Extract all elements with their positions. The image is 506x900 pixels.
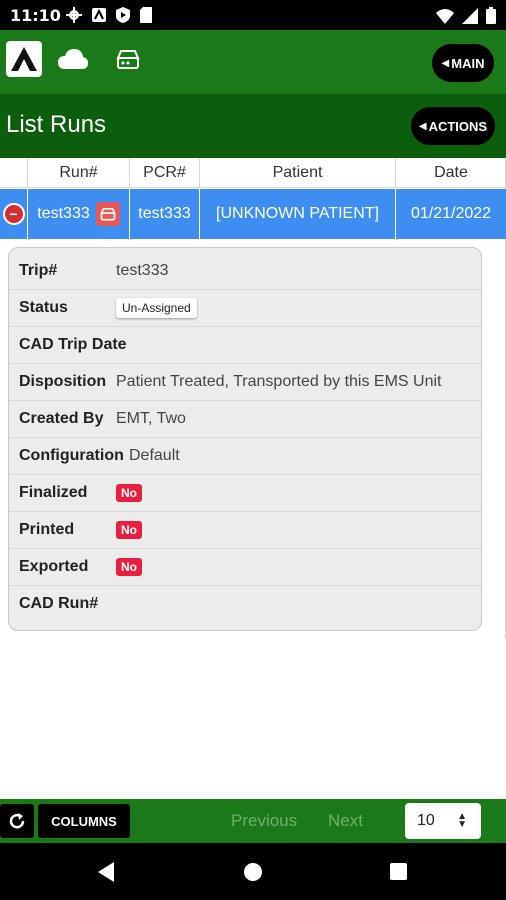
status-bar: 11:10 [0,0,506,30]
detail-label: Status [19,299,68,316]
refresh-icon [9,813,25,829]
detail-row-printed: Printed No [9,511,483,548]
status-system-icons [436,7,496,24]
collapse-row-icon[interactable]: − [2,203,25,225]
signal-icon [462,7,478,24]
chevron-left-icon: ◀ [441,57,450,69]
chevron-left-icon: ◀ [418,120,427,132]
detail-label: Created By [19,410,104,427]
drive-badge-icon [95,202,120,226]
patient-cell[interactable]: [UNKNOWN PATIENT] [200,189,396,239]
detail-row-trip: Trip# test333 [9,252,483,289]
settings-gear-icon [66,7,82,23]
detail-row-configuration: Configuration Default [9,437,483,474]
refresh-button[interactable] [0,804,34,838]
status-badge: Un-Assigned [116,298,197,318]
column-header-patient[interactable]: Patient [200,158,396,188]
up-down-arrows-icon: ▲ ▼ [457,811,467,830]
detail-label: CAD Run# [19,595,99,612]
pcr-cell[interactable]: test333 [130,189,200,239]
main-button[interactable]: ◀ MAIN [432,44,494,82]
table-row[interactable]: − test333 test333 [UNKNOWN PATIENT] 01/2… [0,189,506,239]
detail-label: Printed [19,521,75,538]
app-a-icon [92,8,106,22]
detail-label: CAD Trip Date [19,336,127,353]
detail-label: Disposition [19,373,107,390]
back-icon[interactable] [96,861,116,883]
finalized-badge: No [116,484,142,502]
detail-row-cad-run: CAD Run# [9,585,483,622]
table-header: Run# PCR# Patient Date [0,158,506,188]
exported-badge: No [116,558,142,576]
actions-button[interactable]: ◀ ACTIONS [411,107,495,145]
page-title: List Runs [6,111,107,138]
previous-page-button[interactable]: Previous [231,811,297,831]
detail-label: Finalized [19,484,88,501]
detail-row-exported: Exported No [9,548,483,585]
detail-row-disposition: Disposition Patient Treated, Transported… [9,363,483,400]
columns-button[interactable]: COLUMNS [38,804,130,838]
detail-label: Trip# [19,261,58,279]
cloud-icon[interactable] [58,48,88,75]
printed-badge: No [116,521,142,539]
recent-apps-icon[interactable] [390,863,407,880]
column-header-date[interactable]: Date [396,158,506,188]
detail-value: test333 [116,261,169,279]
app-logo[interactable] [6,41,42,77]
run-details-panel: Trip# test333 Status Un-Assigned CAD Tri… [8,247,483,631]
date-cell[interactable]: 01/21/2022 [396,189,506,239]
detail-row-status: Status Un-Assigned [9,289,483,326]
sd-card-icon [140,7,152,23]
actions-button-label: ACTIONS [428,118,488,134]
wifi-icon [436,8,454,24]
detail-value: Patient Treated, Transported by this EMS… [116,373,442,390]
runs-table: Run# PCR# Patient Date − test333 test333… [0,158,506,638]
home-icon[interactable] [244,863,262,881]
logo-icon [8,43,40,75]
run-cell[interactable]: test333 [28,189,130,239]
detail-row-cad-trip-date: CAD Trip Date [9,326,483,363]
hard-drive-icon[interactable] [116,50,140,75]
next-page-button[interactable]: Next [328,811,363,831]
page-size-select[interactable]: 10 ▲ ▼ [405,803,481,839]
expand-column-header [0,158,28,188]
detail-value: EMT, Two [116,410,186,427]
detail-value: Default [129,447,180,464]
title-bar: List Runs ◀ ACTIONS [0,94,506,158]
shield-play-icon [116,7,130,23]
detail-row-finalized: Finalized No [9,474,483,511]
battery-icon [486,7,496,24]
detail-label: Configuration [19,447,124,464]
detail-row-created-by: Created By EMT, Two [9,400,483,437]
column-header-run[interactable]: Run# [28,158,130,188]
page-size-value: 10 [417,812,435,829]
detail-label: Exported [19,558,89,575]
run-number: test333 [37,205,90,222]
app-bar: ◀ MAIN [0,30,506,94]
android-nav-bar [0,843,506,900]
bottom-toolbar: COLUMNS Previous Next 10 ▲ ▼ [0,799,506,843]
main-button-label: MAIN [451,55,485,71]
status-time: 11:10 [10,6,61,25]
column-header-pcr[interactable]: PCR# [130,158,200,188]
expand-cell[interactable]: − [0,189,28,239]
status-notification-icons [66,7,152,23]
